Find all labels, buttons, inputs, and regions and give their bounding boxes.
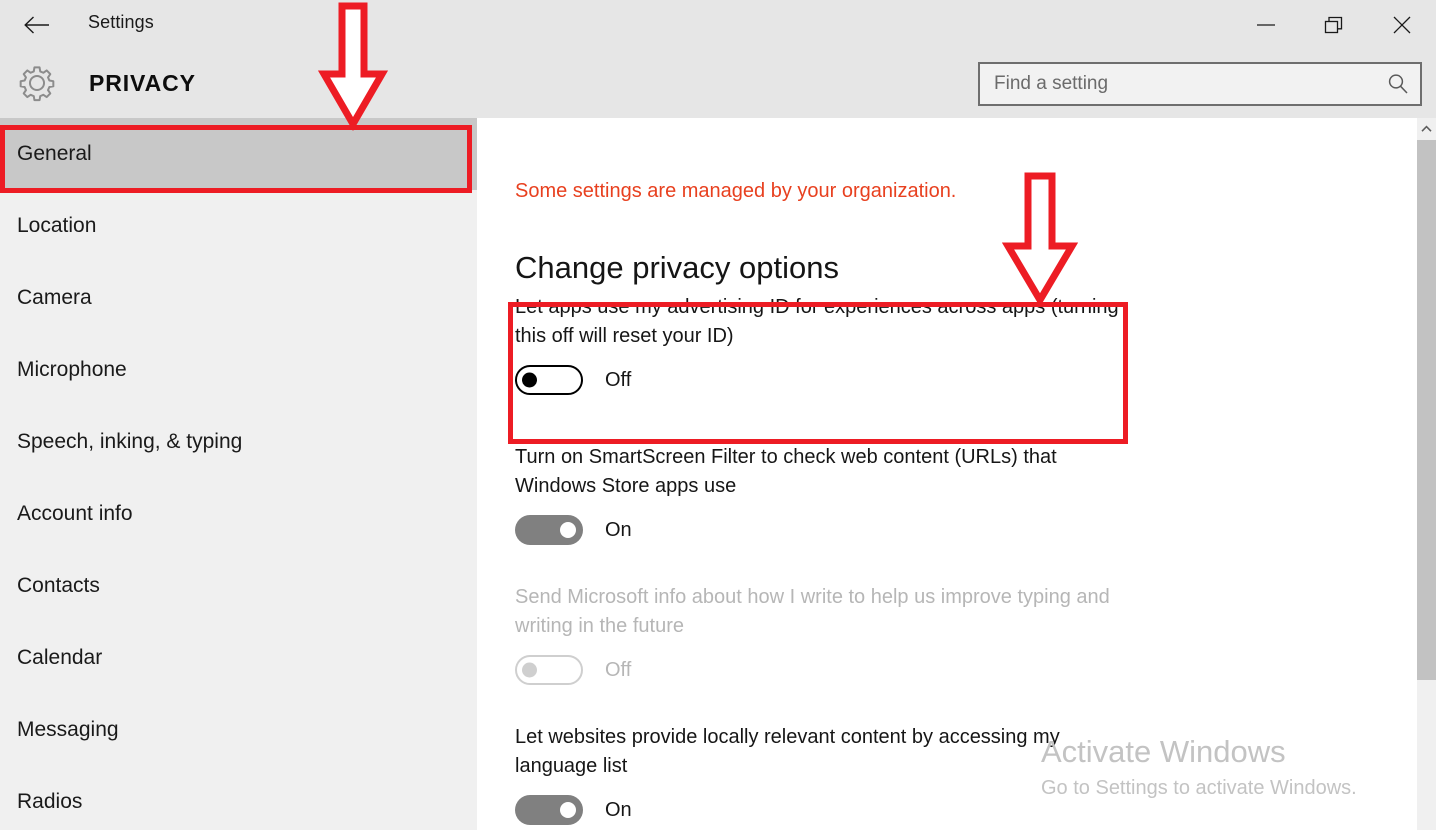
search-input[interactable] — [980, 64, 1376, 104]
setting-item: Send Microsoft info about how I write to… — [515, 583, 1215, 685]
sidebar-item-label: Contacts — [17, 574, 100, 597]
restore-button[interactable] — [1300, 0, 1368, 50]
sidebar-item-label: Speech, inking, & typing — [17, 430, 243, 453]
toggle-switch[interactable] — [515, 365, 583, 395]
minimize-button[interactable] — [1232, 0, 1300, 50]
toggle-state-label: On — [605, 518, 632, 541]
sidebar-item-label: Radios — [17, 790, 83, 813]
scroll-up-button[interactable] — [1417, 118, 1436, 140]
sidebar-item-label: Camera — [17, 286, 92, 309]
setting-item: Let websites provide locally relevant co… — [515, 723, 1215, 825]
sidebar-item-radios[interactable]: Radios — [0, 766, 477, 830]
sidebar-item-camera[interactable]: Camera — [0, 262, 477, 334]
setting-toggle-row: Off — [515, 365, 1215, 395]
minimize-icon — [1257, 24, 1275, 26]
back-button[interactable] — [14, 6, 60, 44]
toggle-state-label: Off — [605, 368, 632, 391]
content-pane: Some settings are managed by your organi… — [477, 118, 1436, 830]
toggle-knob — [560, 522, 576, 538]
gear-icon — [18, 64, 56, 102]
title-bar: Settings — [0, 0, 1436, 50]
setting-item: Let apps use my advertising ID for exper… — [515, 293, 1215, 395]
sidebar-item-microphone[interactable]: Microphone — [0, 334, 477, 406]
sidebar-item-label: Account info — [17, 502, 133, 525]
sidebar-item-speech-inking-typing[interactable]: Speech, inking, & typing — [0, 406, 477, 478]
sidebar-item-messaging[interactable]: Messaging — [0, 694, 477, 766]
sidebar-item-label: General — [17, 142, 92, 165]
organization-notice: Some settings are managed by your organi… — [515, 180, 957, 202]
setting-label: Let websites provide locally relevant co… — [515, 726, 1060, 777]
vertical-scrollbar[interactable] — [1417, 118, 1436, 830]
sidebar-item-label: Location — [17, 214, 97, 237]
setting-label: Let apps use my advertising ID for exper… — [515, 296, 1119, 347]
search-icon[interactable] — [1376, 64, 1420, 104]
sidebar-item-general[interactable]: General — [0, 118, 477, 190]
chevron-up-icon — [1421, 125, 1432, 132]
page-title: PRIVACY — [89, 70, 196, 96]
close-icon — [1393, 16, 1411, 34]
scrollbar-thumb[interactable] — [1417, 140, 1436, 680]
setting-label: Send Microsoft info about how I write to… — [515, 586, 1110, 637]
close-button[interactable] — [1368, 0, 1436, 50]
sidebar-item-location[interactable]: Location — [0, 190, 477, 262]
section-heading: Change privacy options — [515, 250, 839, 285]
setting-toggle-row: On — [515, 795, 1215, 825]
toggle-state-label: On — [605, 798, 632, 821]
search-box[interactable] — [978, 62, 1422, 106]
sidebar-item-calendar[interactable]: Calendar — [0, 622, 477, 694]
settings-window: Settings PRIVACY Find a setting General … — [0, 0, 1436, 830]
sidebar-item-label: Calendar — [17, 646, 103, 669]
toggle-knob — [522, 662, 537, 678]
toggle-knob — [522, 372, 537, 388]
toggle-state-label: Off — [605, 658, 632, 681]
toggle-knob — [560, 802, 576, 818]
setting-item: Turn on SmartScreen Filter to check web … — [515, 443, 1215, 545]
app-title: Settings — [88, 12, 154, 32]
setting-label: Turn on SmartScreen Filter to check web … — [515, 446, 1057, 497]
back-arrow-icon — [24, 16, 49, 34]
toggle-switch[interactable] — [515, 515, 583, 545]
setting-toggle-row: On — [515, 515, 1215, 545]
setting-toggle-row: Off — [515, 655, 1215, 685]
sidebar-item-account-info[interactable]: Account info — [0, 478, 477, 550]
sidebar-item-label: Messaging — [17, 718, 119, 741]
sidebar-item-contacts[interactable]: Contacts — [0, 550, 477, 622]
toggle-switch — [515, 655, 583, 685]
toggle-switch[interactable] — [515, 795, 583, 825]
sidebar-nav: General Location Camera Microphone Speech, i… — [0, 118, 477, 830]
sidebar-item-label: Microphone — [17, 358, 127, 381]
window-controls — [1232, 0, 1436, 50]
restore-icon — [1324, 16, 1343, 34]
